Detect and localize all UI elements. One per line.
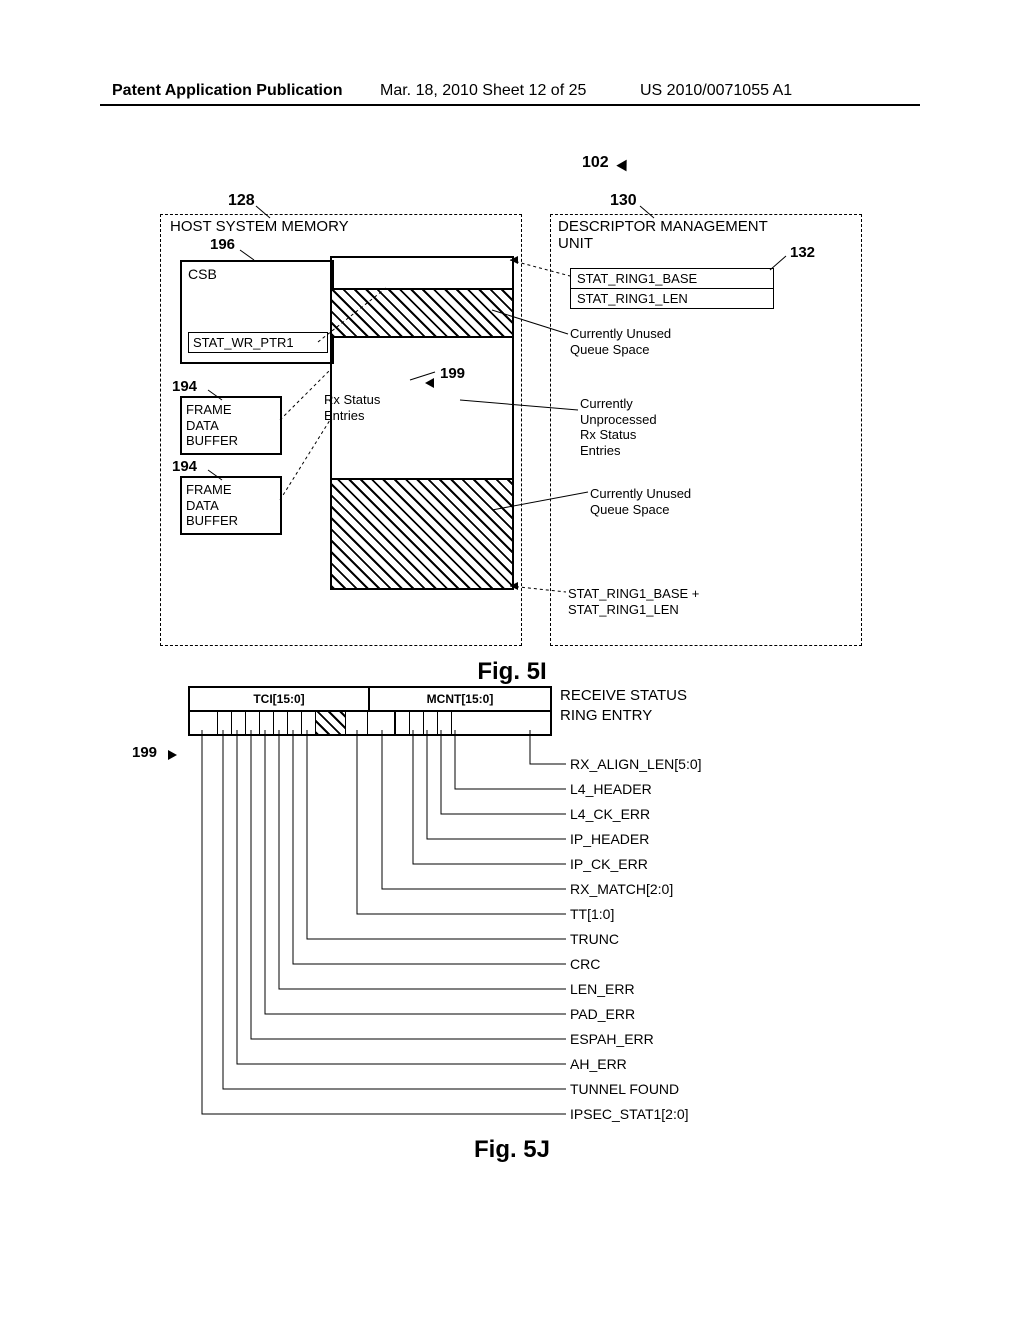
lbl-crc: CRC: [570, 956, 600, 972]
lbl-ip-ck-err: IP_CK_ERR: [570, 856, 648, 872]
figure-5j: TCI[15:0] MCNT[15:0] 199 RECEIVE STATUS …: [150, 686, 910, 1166]
pub-label: Patent Application Publication: [112, 82, 343, 100]
lbl-l4-ck-err: L4_CK_ERR: [570, 806, 650, 822]
lbl-tunnel-found: TUNNEL FOUND: [570, 1081, 679, 1097]
fig-5j-label: Fig. 5J: [412, 1136, 612, 1164]
header-rule: [100, 104, 920, 106]
date-sheet: Mar. 18, 2010 Sheet 12 of 25: [380, 82, 586, 100]
fig-5i-label: Fig. 5I: [412, 658, 612, 686]
fig5j-connectors: [150, 686, 910, 1166]
lbl-tt: TT[1:0]: [570, 906, 614, 922]
lbl-ah-err: AH_ERR: [570, 1056, 627, 1072]
lbl-len-err: LEN_ERR: [570, 981, 635, 997]
lbl-ip-header: IP_HEADER: [570, 831, 649, 847]
lbl-pad-err: PAD_ERR: [570, 1006, 635, 1022]
lbl-l4-header: L4_HEADER: [570, 781, 652, 797]
lbl-rx-align-len: RX_ALIGN_LEN[5:0]: [570, 756, 702, 772]
lbl-espah-err: ESPAH_ERR: [570, 1031, 654, 1047]
lbl-ipsec-stat1: IPSEC_STAT1[2:0]: [570, 1106, 689, 1122]
lbl-trunc: TRUNC: [570, 931, 619, 947]
lbl-rx-match: RX_MATCH[2:0]: [570, 881, 673, 897]
figure-5i: 102 128 130 HOST SYSTEM MEMORY 196 CSB S…: [150, 160, 910, 660]
pub-number: US 2010/0071055 A1: [640, 82, 792, 100]
fig5i-connectors: [150, 160, 910, 660]
